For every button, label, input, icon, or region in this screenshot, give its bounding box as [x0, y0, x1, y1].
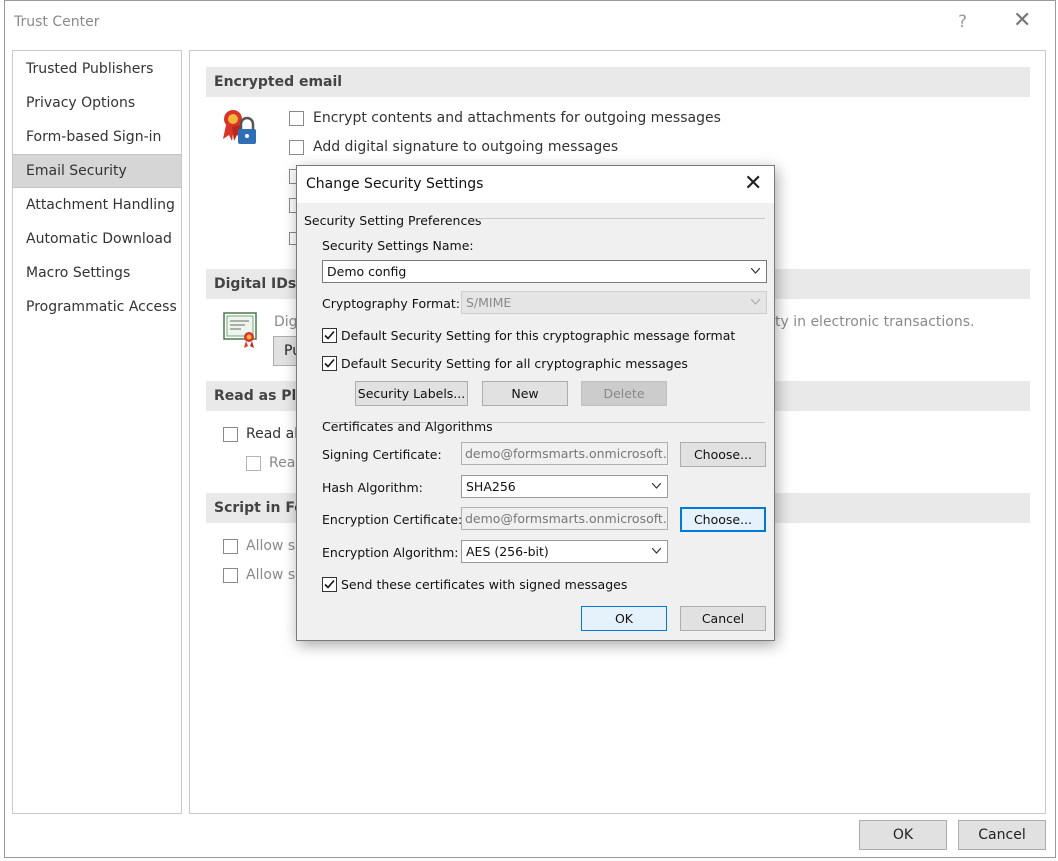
dialog-title: Change Security Settings	[306, 176, 484, 192]
trust-center-cancel-button[interactable]: Cancel	[958, 820, 1046, 850]
encryption-certificate-field[interactable]: demo@formsmarts.onmicrosoft.com	[461, 507, 668, 530]
read-all-plain-checkbox[interactable]	[223, 427, 238, 442]
window-title: Trust Center	[14, 14, 100, 30]
signing-certificate-field[interactable]: demo@formsmarts.onmicrosoft.com	[461, 442, 668, 465]
section-heading-encrypted-email: Encrypted email	[206, 67, 1030, 97]
allow-script-shared-label: Allow sc	[246, 538, 303, 554]
read-all-plain-label: Read al	[246, 426, 299, 442]
settings-name-label: Security Settings Name:	[322, 238, 474, 253]
group-divider	[473, 218, 765, 219]
encryption-certificate-label: Encryption Certificate:	[322, 512, 463, 527]
change-security-settings-dialog: Change Security Settings ✕ Security Sett…	[296, 165, 775, 641]
checkmark-icon	[324, 579, 335, 589]
read-signed-plain-checkbox[interactable]	[246, 456, 261, 471]
cryptography-format-combo[interactable]: S/MIME	[461, 291, 767, 314]
hash-algorithm-value: SHA256	[466, 479, 516, 494]
security-labels-button[interactable]: Security Labels...	[355, 381, 468, 406]
new-button[interactable]: New	[482, 381, 568, 406]
allow-script-shared-checkbox[interactable]	[223, 539, 238, 554]
checkmark-icon	[324, 358, 335, 368]
sidebar-item-automatic-download[interactable]: Automatic Download	[13, 223, 181, 255]
chevron-down-icon	[751, 268, 760, 274]
signing-certificate-label: Signing Certificate:	[322, 447, 442, 462]
digital-ids-description-start: Dig	[274, 314, 298, 330]
default-format-checkbox[interactable]	[322, 328, 337, 343]
sidebar-item-email-security[interactable]: Email Security	[13, 154, 181, 188]
certificates-group-label: Certificates and Algorithms	[322, 419, 493, 434]
chevron-down-icon	[652, 548, 661, 554]
sidebar-item-form-based-sign-in[interactable]: Form-based Sign-in	[13, 121, 181, 153]
sidebar-item-programmatic-access[interactable]: Programmatic Access	[13, 291, 181, 323]
digital-signature-checkbox[interactable]	[289, 140, 304, 155]
chevron-down-icon	[751, 299, 760, 305]
encrypt-contents-checkbox[interactable]	[289, 111, 304, 126]
chevron-down-icon	[652, 483, 661, 489]
default-all-checkbox[interactable]	[322, 356, 337, 371]
default-format-label: Default Security Setting for this crypto…	[341, 328, 736, 343]
send-certificates-label: Send these certificates with signed mess…	[341, 577, 628, 592]
default-all-label: Default Security Setting for all cryptog…	[341, 356, 688, 371]
encryption-algorithm-value: AES (256-bit)	[466, 544, 549, 559]
trust-center-ok-button[interactable]: OK	[859, 820, 947, 850]
digital-id-certificate-icon	[223, 311, 261, 349]
sidebar-item-attachment-handling[interactable]: Attachment Handling	[13, 189, 181, 221]
hash-algorithm-combo[interactable]: SHA256	[461, 475, 668, 498]
digital-signature-label: Add digital signature to outgoing messag…	[313, 139, 619, 155]
delete-button[interactable]: Delete	[581, 381, 667, 406]
settings-name-value: Demo config	[327, 264, 407, 279]
encrypt-contents-label: Encrypt contents and attachments for out…	[313, 110, 721, 126]
help-icon[interactable]: ?	[958, 12, 967, 32]
digital-ids-description-end: ty in electronic transactions.	[775, 314, 975, 330]
settings-name-combo[interactable]: Demo config	[322, 260, 767, 283]
cryptography-format-label: Cryptography Format:	[322, 296, 460, 311]
window-close-icon[interactable]: ✕	[1013, 8, 1031, 33]
allow-script-public-label: Allow sc	[246, 567, 303, 583]
encryption-algorithm-label: Encryption Algorithm:	[322, 545, 459, 560]
hash-algorithm-label: Hash Algorithm:	[322, 480, 423, 495]
encryption-ribbon-lock-icon	[220, 107, 262, 147]
dialog-ok-button[interactable]: OK	[581, 606, 667, 631]
sidebar-item-trusted-publishers[interactable]: Trusted Publishers	[13, 53, 181, 85]
read-signed-plain-label: Rea	[269, 455, 296, 471]
choose-encryption-certificate-button[interactable]: Choose...	[680, 507, 766, 532]
cryptography-format-value: S/MIME	[466, 295, 512, 310]
checkmark-icon	[324, 330, 335, 340]
encryption-algorithm-combo[interactable]: AES (256-bit)	[461, 540, 668, 563]
sidebar-item-privacy-options[interactable]: Privacy Options	[13, 87, 181, 119]
sidebar-item-macro-settings[interactable]: Macro Settings	[13, 257, 181, 289]
security-preferences-group-label: Security Setting Preferences	[304, 213, 482, 228]
send-certificates-checkbox[interactable]	[322, 577, 337, 592]
choose-signing-certificate-button[interactable]: Choose...	[680, 442, 766, 467]
sidebar: Trusted Publishers Privacy Options Form-…	[12, 50, 182, 814]
dialog-cancel-button[interactable]: Cancel	[680, 606, 766, 631]
allow-script-public-checkbox[interactable]	[223, 568, 238, 583]
dialog-close-icon[interactable]: ✕	[744, 171, 762, 196]
